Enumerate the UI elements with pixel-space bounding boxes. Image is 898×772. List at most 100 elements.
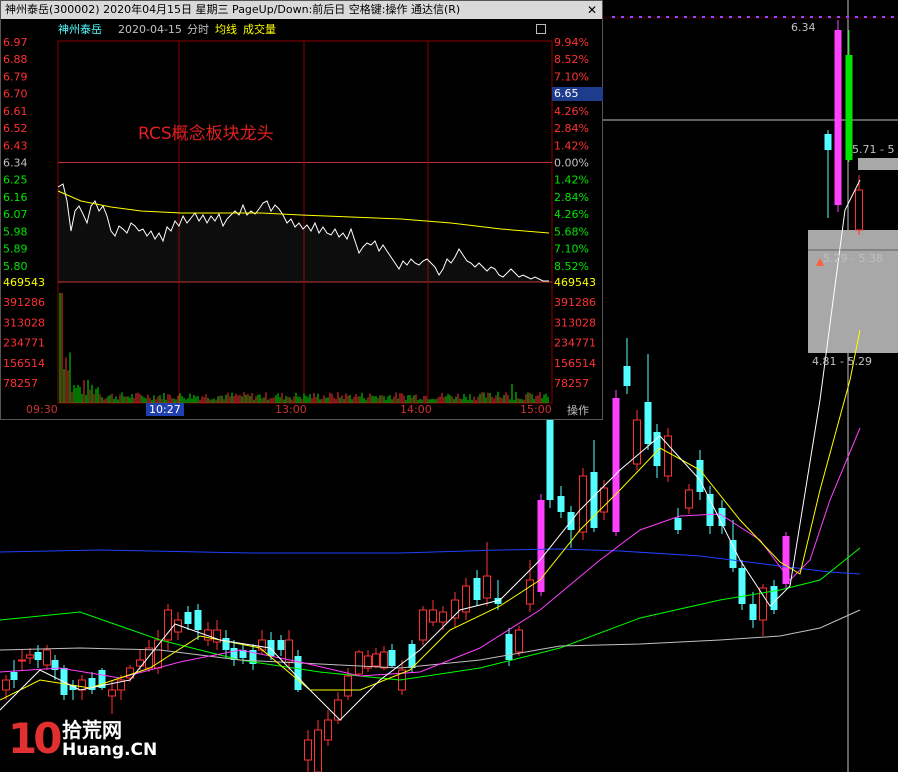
current-price-tag: 6.65: [552, 87, 603, 101]
kline-box-lower: [808, 230, 898, 353]
pct-tick-label: 8.52%: [554, 260, 589, 273]
volume-tick-label: 234771: [554, 337, 596, 350]
kline-candle: [78, 679, 86, 691]
price-tick-label: 6.52: [3, 122, 28, 135]
kline-candle: [314, 729, 322, 772]
kline-candle: [738, 568, 746, 604]
kline-dot: [702, 16, 705, 18]
kline-candle: [324, 719, 332, 741]
kline-candle: [546, 420, 554, 500]
kline-candle: [696, 460, 704, 492]
kline-candle: [483, 575, 491, 599]
time-tick-label: 15:00: [520, 403, 552, 416]
kline-dot: [612, 16, 615, 18]
kline-candle: [515, 629, 523, 653]
pct-tick-label: 7.10%: [554, 243, 589, 256]
site-logo: 10 拾荒网 Huang.CN: [8, 712, 157, 768]
volume-tick-label: 391286: [3, 296, 45, 309]
pct-tick-label: 9.94%: [554, 36, 589, 49]
kline-candle: [388, 650, 396, 666]
kline-candle: [2, 679, 10, 691]
price-tick-label: 6.70: [3, 88, 28, 101]
logo-chinese: 拾荒网: [62, 718, 122, 742]
kline-dot: [864, 16, 867, 18]
price-tick-label: 6.25: [3, 174, 28, 187]
time-tick-label: 10:27: [146, 403, 184, 416]
kline-candle: [749, 604, 757, 620]
kline-dot: [810, 16, 813, 18]
kline-candle: [429, 609, 437, 623]
kline-dot: [756, 16, 759, 18]
kline-dot: [792, 16, 795, 18]
kline-candle: [184, 612, 192, 624]
kline-candle: [43, 649, 51, 666]
pct-tick-label: 0.00%: [554, 157, 589, 170]
kline-candle: [154, 639, 162, 669]
kline-candle: [34, 652, 42, 660]
volume-tick-label: 313028: [554, 316, 596, 329]
volume-tick-label: 78257: [3, 377, 38, 390]
kline-box-upper-label: 5.71 - 5: [852, 143, 895, 156]
kline-dot: [693, 16, 696, 18]
kline-dot: [738, 16, 741, 18]
kline-candle: [304, 739, 312, 761]
pct-tick-label: 2.84%: [554, 191, 589, 204]
volume-tick-label: 391286: [554, 296, 596, 309]
time-axis: 09:30 10:27 13:00 14:00 15:00: [1, 403, 602, 419]
kline-candle: [473, 578, 481, 600]
kline-top-price: 6.34: [791, 21, 816, 34]
price-tick-label: 6.34: [3, 157, 28, 170]
kline-candle: [824, 134, 832, 150]
price-tick-label: 5.89: [3, 243, 28, 256]
price-tick-label: 5.98: [3, 225, 28, 238]
pct-tick-label: 1.42%: [554, 139, 589, 152]
chart-annotation: RCS概念板块龙头: [138, 124, 274, 144]
time-tick-label: 13:00: [275, 403, 307, 416]
kline-dot: [801, 16, 804, 18]
kline-candle: [344, 675, 352, 697]
kline-dot: [747, 16, 750, 18]
kline-dot: [783, 16, 786, 18]
pct-tick-label: 7.10%: [554, 70, 589, 83]
kline-candle: [372, 653, 380, 667]
kline-candle: [729, 540, 737, 568]
kline-candle: [380, 651, 388, 669]
kline-candle: [685, 489, 693, 509]
volume-tick-label: 469543: [3, 276, 45, 289]
kline-candle: [355, 651, 363, 675]
time-tick-label: 09:30: [26, 403, 58, 416]
kline-candle: [855, 189, 863, 231]
kline-candle: [526, 579, 534, 605]
kline-dot: [819, 16, 822, 18]
kline-dot: [639, 16, 642, 18]
kline-candle: [644, 402, 652, 444]
minute-chart-window[interactable]: 神州泰岳(300002) 2020年04月15日 星期三 PageUp/Down…: [0, 0, 603, 420]
price-tick-label: 6.43: [3, 139, 28, 152]
kline-candle: [194, 610, 202, 630]
kline-candle: [706, 494, 714, 526]
kline-candle: [439, 611, 447, 623]
volume-tick-label: 469543: [554, 276, 596, 289]
kline-candle: [18, 659, 26, 662]
price-tick-label: 6.61: [3, 105, 28, 118]
kline-candle: [612, 398, 620, 532]
kline-dot: [675, 16, 678, 18]
logo-english: Huang.CN: [62, 740, 158, 760]
pct-tick-label: 5.68%: [554, 225, 589, 238]
volume-tick-label: 156514: [3, 357, 45, 370]
volume-tick-label: 234771: [3, 337, 45, 350]
price-tick-label: 6.79: [3, 70, 28, 83]
kline-box-upper: [858, 158, 898, 170]
kline-dot: [846, 16, 849, 18]
kline-dot: [882, 16, 885, 18]
price-tick-label: 5.80: [3, 260, 28, 273]
price-tick-label: 6.97: [3, 36, 28, 49]
kline-dot: [891, 16, 894, 18]
kline-candle: [285, 639, 293, 663]
kline-dot: [666, 16, 669, 18]
kline-candle: [770, 586, 778, 610]
kline-dot: [684, 16, 687, 18]
time-tick-label: 14:00: [400, 403, 432, 416]
operate-button[interactable]: 操作: [558, 402, 598, 419]
logo-number: 10: [8, 714, 62, 763]
